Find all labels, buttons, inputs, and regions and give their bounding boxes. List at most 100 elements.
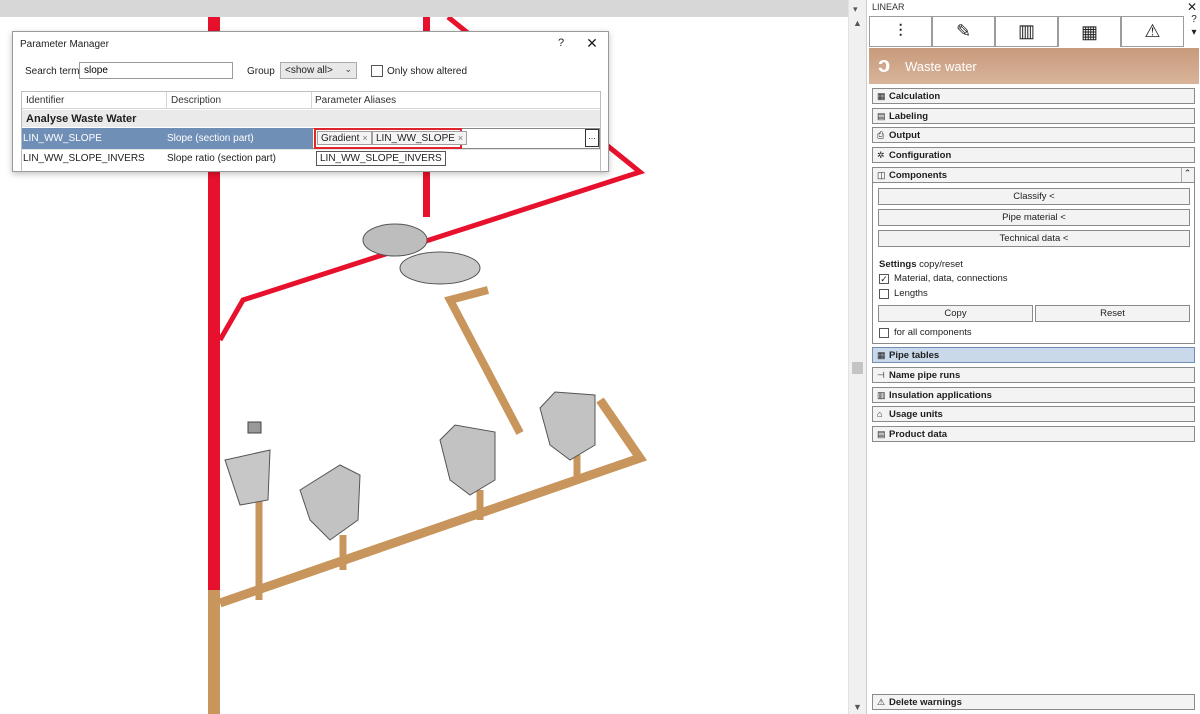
material-checkbox[interactable]: ✓ bbox=[879, 274, 889, 284]
section-usage-units[interactable]: ⌂ Usage units bbox=[872, 406, 1195, 422]
scroll-thumb[interactable] bbox=[852, 362, 863, 374]
tab-edit[interactable]: ✎ bbox=[932, 16, 995, 47]
ellipsis-button[interactable]: ... bbox=[585, 129, 599, 147]
section-label: Insulation applications bbox=[889, 390, 992, 401]
description-cell: Slope ratio (section part) bbox=[167, 153, 276, 164]
table-row[interactable]: LIN_WW_SLOPE_INVERS Slope ratio (section… bbox=[22, 149, 600, 167]
printer-icon: ⎙ bbox=[877, 130, 885, 140]
section-calculation[interactable]: ▦ Calculation bbox=[872, 88, 1195, 104]
dropdown-icon[interactable]: ▾ bbox=[1187, 27, 1200, 38]
selected-row-cells[interactable]: LIN_WW_SLOPE Slope (section part) bbox=[22, 128, 312, 149]
lengths-checkbox[interactable] bbox=[879, 289, 889, 299]
column-header[interactable]: Parameter Aliases bbox=[315, 95, 396, 106]
group-select[interactable]: <show all> ⌄ bbox=[280, 62, 357, 79]
module-banner: ↄ Waste water bbox=[869, 48, 1199, 84]
section-label: Configuration bbox=[889, 150, 952, 161]
group-select-value: <show all> bbox=[285, 65, 333, 76]
section-labeling[interactable]: ▤ Labeling bbox=[872, 108, 1195, 124]
help-button[interactable]: ? bbox=[554, 37, 568, 49]
column-header[interactable]: Description bbox=[171, 95, 221, 106]
wc bbox=[299, 464, 361, 541]
section-product-data[interactable]: ▤ Product data bbox=[872, 426, 1195, 442]
tab-sliders[interactable]: ⫶ bbox=[869, 16, 932, 47]
viewport-scrollbar[interactable]: ▾ ▲ ▼ bbox=[848, 0, 866, 714]
tab-library[interactable]: ▥ bbox=[995, 16, 1058, 47]
panel-close-icon[interactable]: ✕ bbox=[1187, 0, 1197, 14]
section-pipe-tables[interactable]: ▦ Pipe tables bbox=[872, 347, 1195, 363]
search-label: Search term bbox=[25, 66, 80, 77]
section-label: Labeling bbox=[889, 111, 929, 122]
classify-button[interactable]: Classify < bbox=[878, 188, 1190, 205]
section-configuration[interactable]: ✲ Configuration bbox=[872, 147, 1195, 163]
cube-icon: ◫ bbox=[877, 170, 886, 180]
flush-plate bbox=[247, 421, 262, 434]
material-label: Material, data, connections bbox=[894, 273, 1008, 284]
help-icon[interactable]: ? bbox=[1187, 14, 1200, 25]
all-components-checkbox[interactable] bbox=[879, 328, 889, 338]
grid-icon: ▦ bbox=[1080, 21, 1098, 42]
technical-data-button[interactable]: Technical data < bbox=[878, 230, 1190, 247]
all-components-label: for all components bbox=[894, 327, 972, 338]
database-icon: ▤ bbox=[877, 429, 886, 439]
close-button[interactable]: ✕ bbox=[584, 35, 600, 52]
only-altered-label: Only show altered bbox=[387, 66, 468, 77]
column-header[interactable]: Identifier bbox=[26, 95, 64, 106]
insulation-icon: ▥ bbox=[877, 390, 886, 400]
dialog-title: Parameter Manager bbox=[20, 39, 109, 50]
banner-title: Waste water bbox=[905, 59, 977, 74]
tab-warnings[interactable]: ⚠ bbox=[1121, 16, 1184, 47]
panel-tabs: ⫶ ✎ ▥ ▦ ⚠ bbox=[869, 16, 1185, 47]
wc bbox=[439, 424, 496, 496]
alias-tag[interactable]: LIN_WW_SLOPE_INVERS bbox=[316, 151, 446, 166]
parameter-manager-dialog: Parameter Manager ? ✕ Search term Group … bbox=[12, 31, 609, 173]
copy-button[interactable]: Copy bbox=[878, 305, 1033, 322]
table-icon: ▦ bbox=[877, 91, 886, 101]
collapse-icon[interactable]: ⌃ bbox=[1181, 168, 1193, 182]
alias-tag-label: LIN_WW_SLOPE bbox=[376, 133, 455, 144]
table-row[interactable]: LIN_WW_SLOPE Slope (section part) Gradie… bbox=[22, 128, 600, 149]
alias-tag-label: Gradient bbox=[321, 133, 360, 144]
grid-header: Identifier Description Parameter Aliases bbox=[22, 92, 600, 109]
warning-icon: ⚠ bbox=[877, 697, 886, 707]
scroll-up-icon[interactable]: ▲ bbox=[853, 18, 862, 28]
linear-panel: LINEAR ✕ ? ▾ ⫶ ✎ ▥ ▦ ⚠ ↄ Waste water ▦ Ca… bbox=[866, 0, 1200, 714]
washbasin bbox=[362, 223, 428, 257]
wc bbox=[224, 449, 271, 506]
scroll-menu-icon[interactable]: ▾ bbox=[853, 4, 858, 15]
section-output[interactable]: ⎙ Output bbox=[872, 127, 1195, 143]
scroll-down-icon[interactable]: ▼ bbox=[853, 702, 862, 712]
tab-components[interactable]: ▦ bbox=[1058, 16, 1121, 47]
pipe-run-icon: ⊣ bbox=[877, 370, 885, 380]
section-components[interactable]: ◫ Components ⌃ bbox=[872, 167, 1195, 183]
pencil-icon: ✎ bbox=[955, 21, 972, 41]
alias-tag[interactable]: LIN_WW_SLOPE × bbox=[372, 131, 468, 145]
remove-tag-icon[interactable]: × bbox=[362, 133, 367, 143]
components-body: Classify < Pipe material < Technical dat… bbox=[872, 183, 1195, 344]
settings-heading: Settings copy/reset bbox=[879, 259, 963, 270]
reset-button[interactable]: Reset bbox=[1035, 305, 1190, 322]
lengths-label: Lengths bbox=[894, 288, 928, 299]
section-name-pipe-runs[interactable]: ⊣ Name pipe runs bbox=[872, 367, 1195, 383]
panel-title: LINEAR bbox=[872, 2, 905, 12]
panel-side-buttons: ? ▾ bbox=[1187, 14, 1200, 40]
pipe-material-button[interactable]: Pipe material < bbox=[878, 209, 1190, 226]
sliders-icon: ⫶ bbox=[898, 21, 903, 41]
section-insulation[interactable]: ▥ Insulation applications bbox=[872, 387, 1195, 403]
chevron-down-icon: ⌄ bbox=[344, 64, 352, 74]
viewport-top-bar bbox=[0, 0, 848, 17]
search-input[interactable] bbox=[79, 62, 233, 79]
delete-warnings-button[interactable]: ⚠ Delete warnings bbox=[872, 694, 1195, 710]
wc bbox=[539, 391, 596, 461]
section-label: Delete warnings bbox=[889, 697, 962, 708]
parameter-grid: Identifier Description Parameter Aliases… bbox=[21, 91, 601, 173]
gear-icon: ✲ bbox=[877, 150, 885, 160]
group-row: Analyse Waste Water bbox=[22, 110, 600, 127]
section-label: Name pipe runs bbox=[889, 370, 961, 381]
section-label: Components bbox=[889, 170, 948, 181]
warning-icon: ⚠ bbox=[1144, 21, 1161, 41]
section-label: Pipe tables bbox=[889, 350, 940, 361]
house-icon: ⌂ bbox=[877, 409, 883, 419]
remove-tag-icon[interactable]: × bbox=[458, 133, 463, 143]
alias-tag[interactable]: Gradient × bbox=[317, 131, 372, 145]
only-altered-checkbox[interactable] bbox=[371, 65, 383, 77]
